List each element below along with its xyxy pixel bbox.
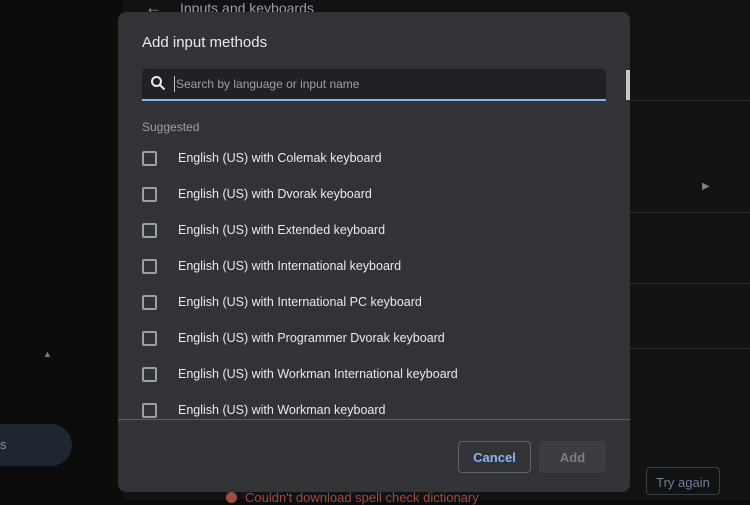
checkbox[interactable] bbox=[142, 258, 157, 274]
error-message: Couldn't download spell check dictionary bbox=[226, 490, 479, 505]
list-item[interactable]: English (US) with International keyboard bbox=[118, 248, 630, 284]
divider bbox=[630, 100, 750, 101]
divider bbox=[630, 212, 750, 213]
scrollbar-thumb[interactable] bbox=[626, 70, 630, 100]
item-label: English (US) with International keyboard bbox=[178, 259, 402, 273]
list-item[interactable]: English (US) with Workman keyboard bbox=[118, 392, 630, 419]
checkbox[interactable] bbox=[142, 222, 157, 238]
item-label: English (US) with International PC keybo… bbox=[178, 295, 422, 309]
checkbox[interactable] bbox=[142, 402, 157, 418]
search-field[interactable] bbox=[142, 69, 606, 101]
add-button[interactable]: Add bbox=[539, 441, 606, 473]
divider bbox=[630, 348, 750, 349]
list-item[interactable]: English (US) with Workman International … bbox=[118, 356, 630, 392]
list-item[interactable]: English (US) with International PC keybo… bbox=[118, 284, 630, 320]
item-label: English (US) with Programmer Dvorak keyb… bbox=[178, 331, 445, 345]
list-item[interactable]: English (US) with Colemak keyboard bbox=[118, 140, 630, 176]
error-icon bbox=[226, 492, 237, 503]
input-method-list: English (US) with Colemak keyboard Engli… bbox=[118, 140, 630, 419]
item-label: English (US) with Workman keyboard bbox=[178, 403, 386, 417]
try-again-button[interactable]: Try again bbox=[646, 467, 720, 495]
checkbox[interactable] bbox=[142, 330, 157, 346]
footer-divider bbox=[118, 419, 630, 420]
error-text: Couldn't download spell check dictionary bbox=[245, 490, 479, 505]
list-item[interactable]: English (US) with Dvorak keyboard bbox=[118, 176, 630, 212]
dialog-title: Add input methods bbox=[142, 34, 268, 51]
search-icon bbox=[151, 76, 166, 91]
checkbox[interactable] bbox=[142, 186, 157, 202]
item-label: English (US) with Extended keyboard bbox=[178, 223, 386, 237]
sidebar-item-selected[interactable]: s bbox=[0, 424, 72, 466]
item-label: English (US) with Colemak keyboard bbox=[178, 151, 382, 165]
checkbox[interactable] bbox=[142, 366, 157, 382]
list-item[interactable]: English (US) with Extended keyboard bbox=[118, 212, 630, 248]
search-input[interactable] bbox=[174, 76, 594, 92]
checkbox[interactable] bbox=[142, 150, 157, 166]
add-input-methods-dialog: Add input methods Suggested English (US)… bbox=[118, 12, 630, 492]
checkbox[interactable] bbox=[142, 294, 157, 310]
section-label: Suggested bbox=[142, 120, 200, 134]
divider bbox=[630, 283, 750, 284]
list-item[interactable]: English (US) with Programmer Dvorak keyb… bbox=[118, 320, 630, 356]
chevron-right-icon[interactable]: ▶ bbox=[702, 181, 710, 192]
cancel-button[interactable]: Cancel bbox=[458, 441, 531, 473]
item-label: English (US) with Workman International … bbox=[178, 367, 458, 381]
item-label: English (US) with Dvorak keyboard bbox=[178, 187, 372, 201]
chevron-up-icon[interactable]: ▲ bbox=[43, 349, 52, 359]
